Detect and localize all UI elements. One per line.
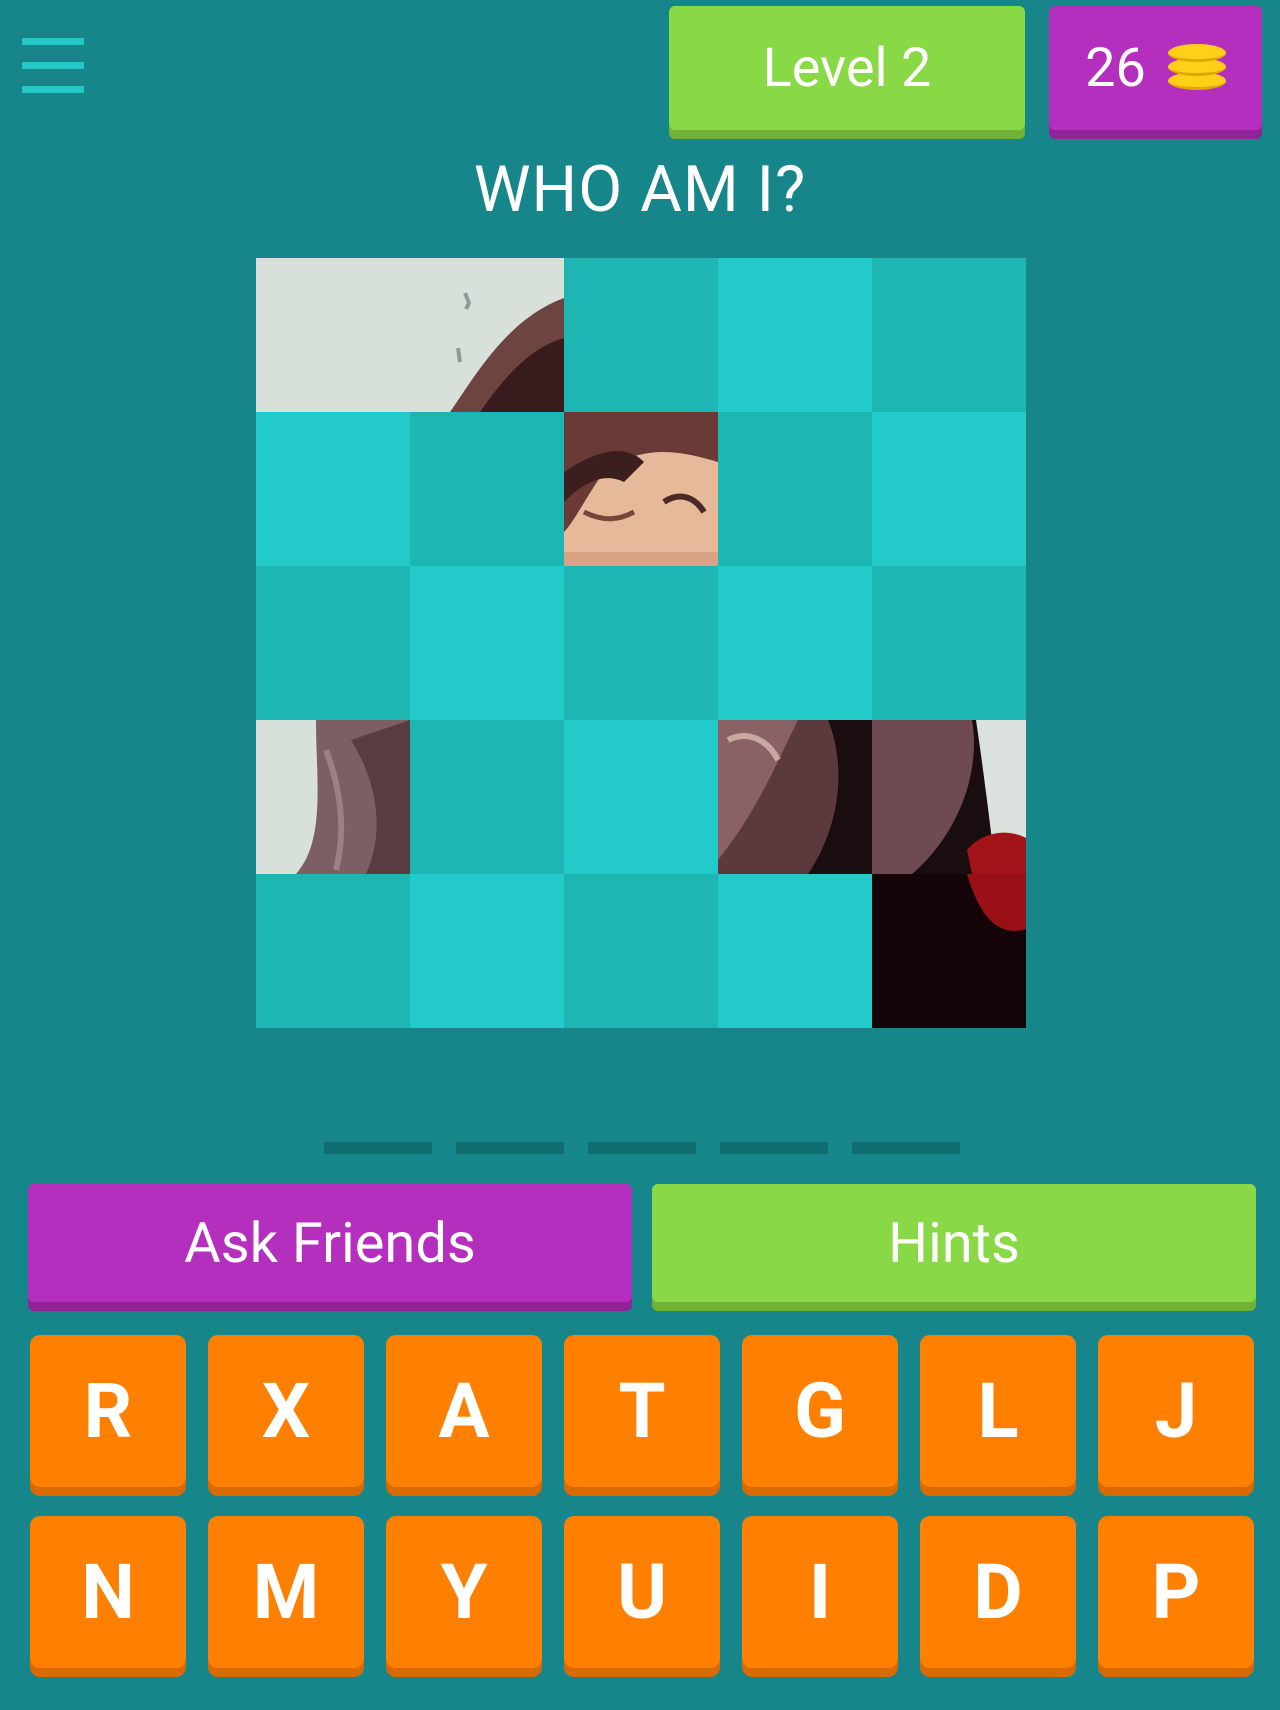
- letter-key[interactable]: M: [208, 1516, 364, 1668]
- revealed-tile: [872, 720, 1026, 874]
- covered-tile[interactable]: [718, 874, 872, 1028]
- covered-tile[interactable]: [872, 566, 1026, 720]
- letter-key[interactable]: N: [30, 1516, 186, 1668]
- revealed-tile: [410, 258, 564, 412]
- answer-slot[interactable]: [588, 1142, 696, 1154]
- covered-tile[interactable]: [718, 412, 872, 566]
- revealed-tile: [256, 720, 410, 874]
- covered-tile[interactable]: [564, 566, 718, 720]
- ask-friends-button[interactable]: Ask Friends: [28, 1184, 632, 1302]
- hints-label: Hints: [888, 1210, 1020, 1276]
- covered-tile[interactable]: [256, 566, 410, 720]
- puzzle-title: WHO AM I?: [473, 152, 807, 227]
- covered-tile[interactable]: [410, 566, 564, 720]
- covered-tile[interactable]: [564, 258, 718, 412]
- letter-key[interactable]: J: [1098, 1335, 1254, 1487]
- letter-key[interactable]: A: [386, 1335, 542, 1487]
- covered-tile[interactable]: [564, 874, 718, 1028]
- letter-key[interactable]: P: [1098, 1516, 1254, 1668]
- ask-friends-label: Ask Friends: [184, 1210, 476, 1276]
- letter-key[interactable]: X: [208, 1335, 364, 1487]
- letter-key[interactable]: L: [920, 1335, 1076, 1487]
- covered-tile[interactable]: [410, 412, 564, 566]
- coins-badge[interactable]: 26: [1049, 6, 1262, 130]
- covered-tile[interactable]: [718, 258, 872, 412]
- keyboard-row: N M Y U I D P: [30, 1516, 1256, 1668]
- letter-key[interactable]: G: [742, 1335, 898, 1487]
- covered-tile[interactable]: [410, 720, 564, 874]
- answer-slots: [324, 1142, 960, 1154]
- level-badge: Level 2: [669, 6, 1025, 130]
- coin-count: 26: [1085, 36, 1146, 100]
- letter-keyboard: R X A T G L J N M Y U I D P: [30, 1335, 1256, 1697]
- revealed-tile: [256, 258, 410, 412]
- game-screen: Level 2 26 WHO AM I? Ask Friends Hints R…: [0, 0, 1280, 1710]
- revealed-tile: [872, 874, 1026, 1028]
- level-label: Level 2: [762, 36, 932, 100]
- covered-tile[interactable]: [410, 874, 564, 1028]
- letter-key[interactable]: R: [30, 1335, 186, 1487]
- covered-tile[interactable]: [872, 258, 1026, 412]
- puzzle-grid: [256, 258, 1026, 1028]
- covered-tile[interactable]: [256, 412, 410, 566]
- letter-key[interactable]: I: [742, 1516, 898, 1668]
- covered-tile[interactable]: [256, 874, 410, 1028]
- coin-stack-icon: [1167, 44, 1226, 92]
- answer-slot[interactable]: [720, 1142, 828, 1154]
- covered-tile[interactable]: [564, 720, 718, 874]
- revealed-tile: [564, 412, 718, 566]
- covered-tile[interactable]: [718, 566, 872, 720]
- letter-key[interactable]: U: [564, 1516, 720, 1668]
- covered-tile[interactable]: [872, 412, 1026, 566]
- hints-button[interactable]: Hints: [652, 1184, 1256, 1302]
- hamburger-menu-icon[interactable]: [22, 38, 84, 93]
- letter-key[interactable]: T: [564, 1335, 720, 1487]
- answer-slot[interactable]: [456, 1142, 564, 1154]
- revealed-tile: [718, 720, 872, 874]
- keyboard-row: R X A T G L J: [30, 1335, 1256, 1487]
- letter-key[interactable]: Y: [386, 1516, 542, 1668]
- answer-slot[interactable]: [324, 1142, 432, 1154]
- letter-key[interactable]: D: [920, 1516, 1076, 1668]
- answer-slot[interactable]: [852, 1142, 960, 1154]
